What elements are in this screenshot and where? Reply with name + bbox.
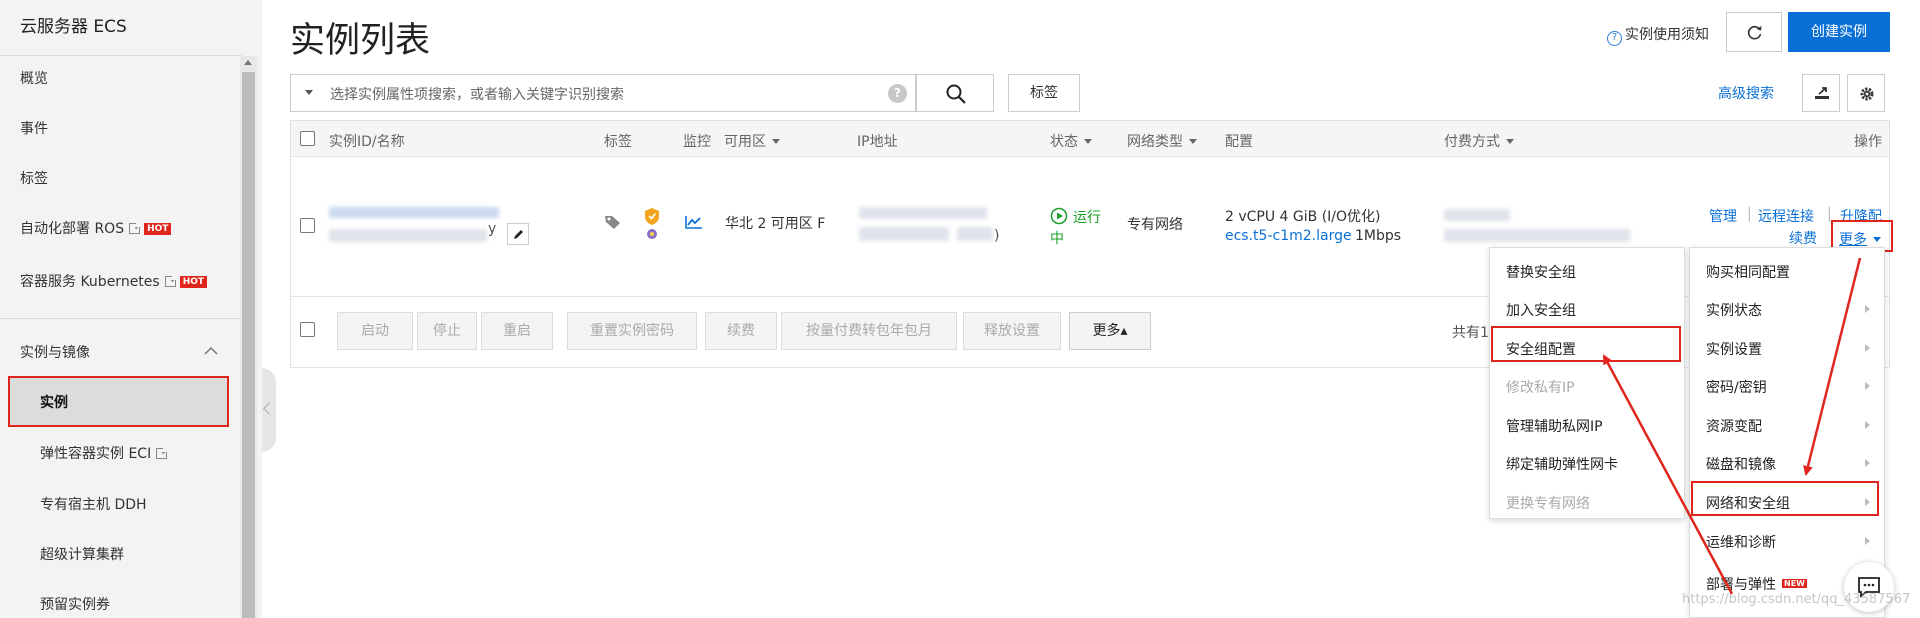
watermark: https://blog.csdn.net/qq_43587567 [1682,592,1911,607]
annotation-arrows [1602,257,1862,595]
arrow-to-sg-config [1602,354,1734,595]
arrow-to-network-security [1803,257,1862,476]
